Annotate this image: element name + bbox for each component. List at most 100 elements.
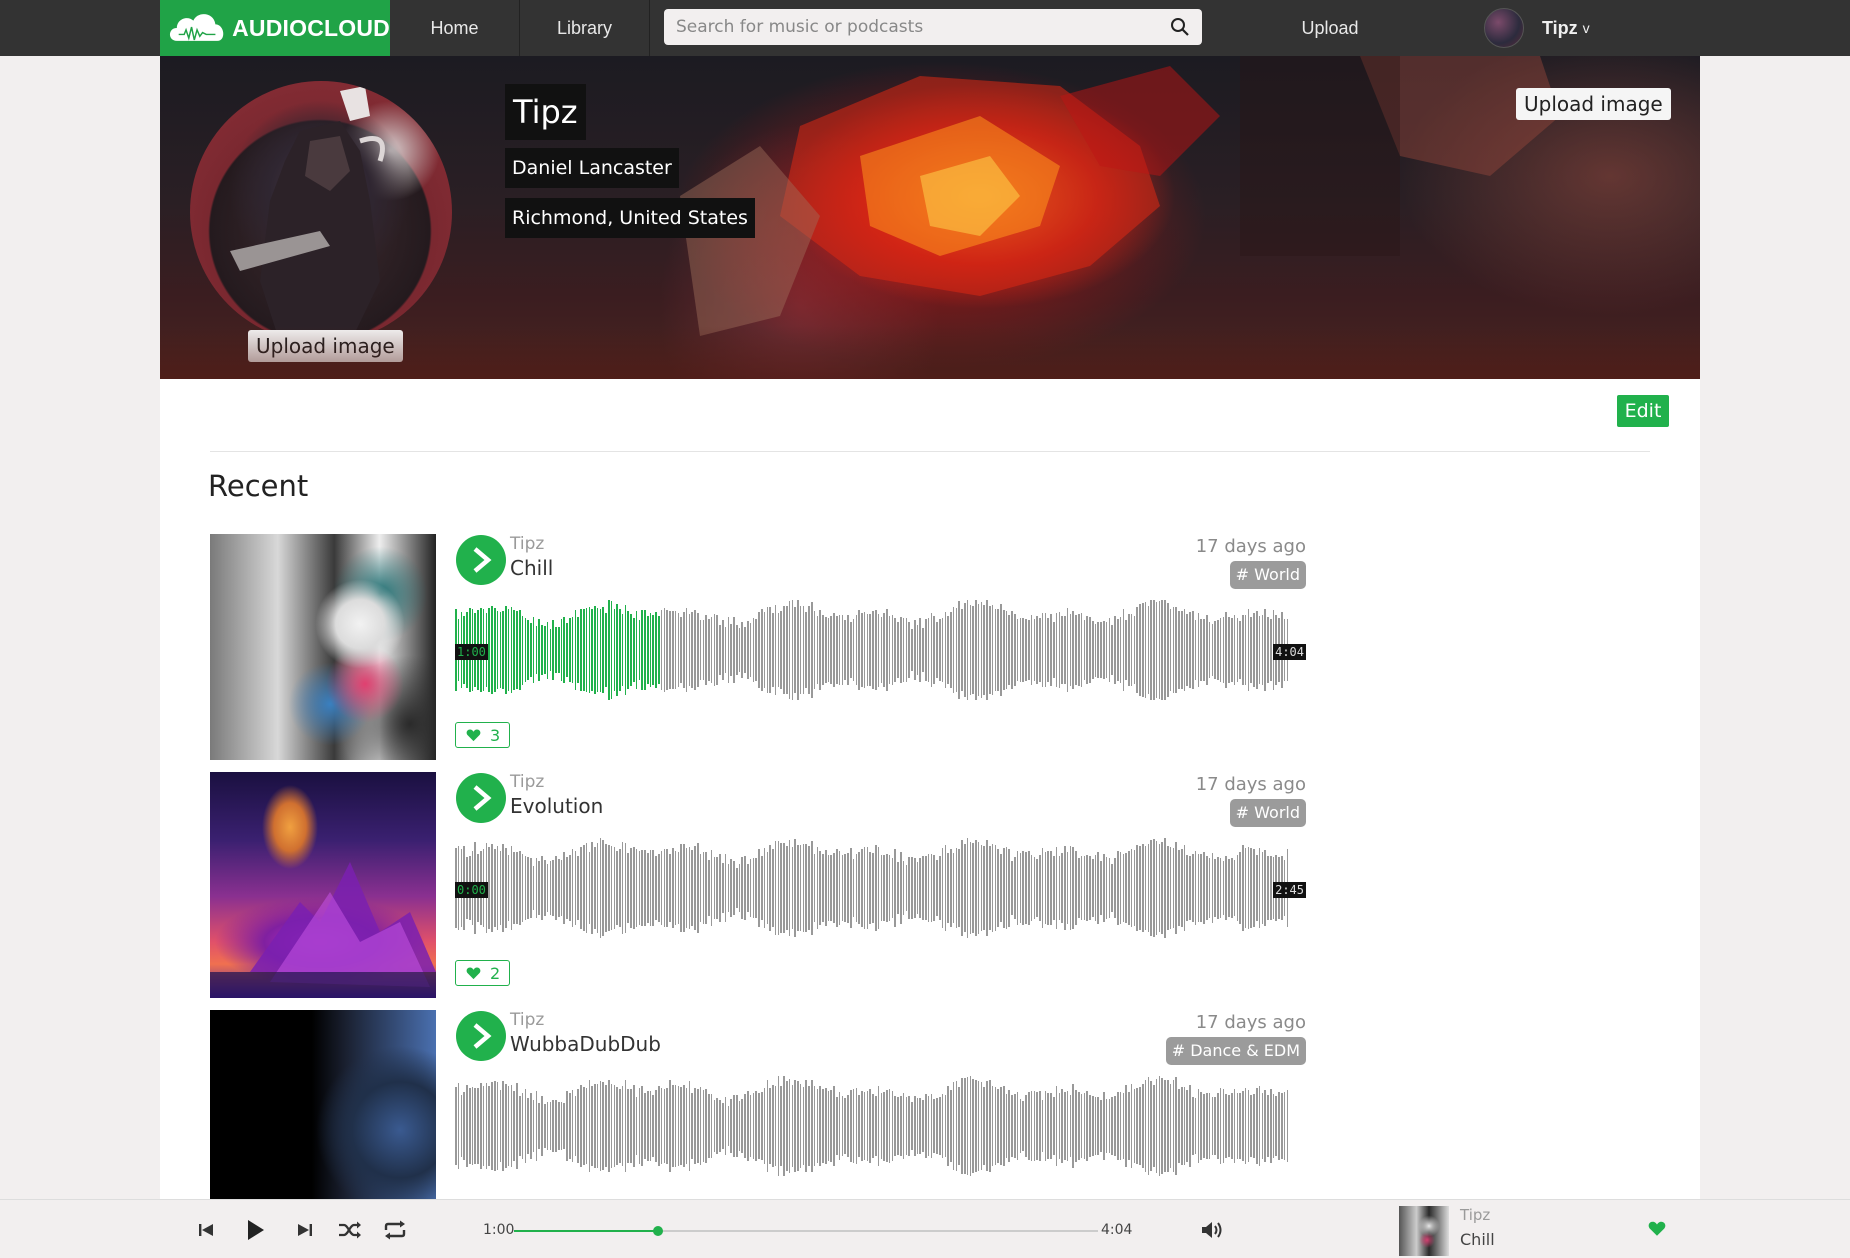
waveform-bar	[913, 1095, 916, 1157]
waveform-bar	[766, 607, 769, 693]
track-cover[interactable]	[210, 534, 436, 760]
shuffle-button[interactable]	[335, 1216, 365, 1244]
waveform-bar	[802, 843, 805, 933]
waveform-bar	[811, 602, 813, 698]
nav-home[interactable]: Home	[390, 0, 520, 56]
upload-cover-button[interactable]: Upload image	[1516, 88, 1671, 120]
waveform-bar	[1178, 1089, 1180, 1163]
now-playing-artist[interactable]: Tipz	[1460, 1206, 1490, 1224]
seek-bar-handle[interactable]	[652, 1226, 663, 1236]
waveform-bar	[989, 1079, 991, 1173]
waveform-bar	[1186, 855, 1189, 921]
track-waveform[interactable]: 0:00 2:45	[455, 834, 1306, 942]
waveform-bar	[925, 618, 927, 682]
waveform-bar	[1250, 1095, 1253, 1157]
waveform-bar	[833, 613, 835, 687]
waveform-bar	[1033, 1091, 1036, 1161]
play-track-button[interactable]	[456, 535, 506, 585]
like-button[interactable]: 2	[455, 960, 511, 986]
track-title[interactable]: WubbaDubDub	[510, 1032, 661, 1056]
waveform-bar	[541, 625, 543, 675]
now-playing-cover[interactable]	[1399, 1206, 1449, 1256]
waveform-bar	[1208, 857, 1211, 919]
waveform-bar	[950, 848, 952, 928]
waveform-bar	[1236, 617, 1239, 683]
genre-tag[interactable]: # World	[1229, 561, 1306, 589]
waveform-bar	[641, 850, 643, 926]
next-button[interactable]	[291, 1216, 319, 1244]
track-title[interactable]: Evolution	[510, 794, 603, 818]
play-track-button[interactable]	[456, 773, 506, 823]
waveform-bar	[1197, 613, 1200, 687]
waveform-bar	[1197, 853, 1200, 923]
waveform-bar	[566, 623, 568, 677]
waveform-bar	[599, 838, 602, 938]
previous-button[interactable]	[192, 1216, 220, 1244]
play-icon	[473, 785, 492, 811]
heart-icon[interactable]	[1648, 1221, 1666, 1237]
waveform-bar	[1214, 621, 1216, 679]
waveform-bar	[1167, 602, 1169, 698]
waveform-bar	[502, 844, 504, 932]
waveform-bar	[966, 600, 969, 700]
logo[interactable]: AUDIOCLOUD	[160, 0, 390, 56]
waveform-bar	[532, 1099, 535, 1153]
waveform-bar	[669, 1080, 671, 1172]
waveform-bar	[518, 850, 521, 926]
waveform-bar	[997, 848, 999, 928]
waveform-bar	[975, 1080, 977, 1172]
genre-tag[interactable]: # World	[1229, 799, 1306, 827]
repeat-button[interactable]	[380, 1216, 410, 1244]
waveform-bar	[552, 620, 554, 680]
waveform-bar	[694, 1088, 696, 1164]
waveform-bar	[1069, 846, 1072, 930]
search-input[interactable]	[676, 17, 1170, 37]
track-artist[interactable]: Tipz	[510, 1010, 544, 1030]
waveform-bar	[602, 607, 604, 693]
waveform-bar	[1178, 610, 1180, 690]
waveform-bar	[958, 1087, 960, 1165]
upload-avatar-button[interactable]: Upload image	[248, 330, 403, 362]
waveform-bar	[594, 606, 596, 694]
play-track-button[interactable]	[456, 1011, 506, 1061]
waveform-bar	[938, 1097, 941, 1155]
waveform-bar	[683, 1085, 685, 1167]
now-playing-title[interactable]: Chill	[1460, 1230, 1495, 1249]
search-icon[interactable]	[1170, 17, 1190, 37]
nav-upload[interactable]: Upload	[1290, 0, 1370, 56]
waveform-bar	[760, 855, 763, 921]
volume-button[interactable]	[1198, 1216, 1228, 1244]
track-waveform[interactable]: 1:00 4:04	[455, 596, 1306, 704]
edit-profile-button[interactable]: Edit	[1617, 395, 1669, 427]
nav-library[interactable]: Library	[520, 0, 650, 56]
waveform-bar	[1153, 600, 1155, 700]
waveform-bar	[471, 1086, 474, 1166]
waveform-bar	[1150, 600, 1152, 700]
waveform-bar	[724, 626, 727, 674]
seek-bar[interactable]	[514, 1226, 1098, 1236]
play-pause-button[interactable]	[240, 1216, 270, 1244]
waveform-bar	[566, 1090, 568, 1162]
track-title[interactable]: Chill	[510, 556, 553, 580]
track-waveform[interactable]	[455, 1072, 1306, 1180]
waveform-bar	[1058, 612, 1061, 688]
waveform-bar	[1236, 1093, 1239, 1159]
waveform-bar	[785, 605, 788, 695]
track-cover[interactable]	[210, 772, 436, 998]
track-artist[interactable]: Tipz	[510, 534, 544, 554]
waveform-bar	[1000, 604, 1002, 696]
waveform-bar	[872, 852, 874, 924]
waveform-bar	[1228, 1095, 1230, 1157]
waveform-bar	[1119, 1092, 1122, 1160]
waveform-bar	[1100, 861, 1102, 915]
track-cover[interactable]	[210, 1010, 436, 1199]
like-button[interactable]: 3	[455, 722, 511, 748]
waveform-bar	[1133, 616, 1136, 684]
genre-tag[interactable]: # Dance & EDM	[1165, 1037, 1306, 1065]
user-menu[interactable]: Tipz v	[1484, 7, 1590, 49]
waveform-bar	[1116, 619, 1119, 681]
waveform-bar	[780, 610, 782, 690]
waveform-bar	[571, 1090, 574, 1162]
profile-avatar	[190, 81, 452, 343]
track-artist[interactable]: Tipz	[510, 772, 544, 792]
